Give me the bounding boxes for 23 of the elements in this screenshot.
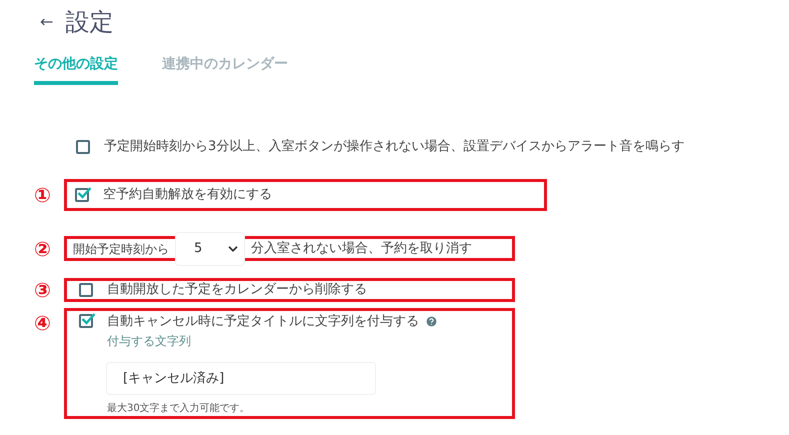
option-label: 開始予定時刻から: [73, 240, 169, 258]
checked-checkbox[interactable]: [75, 188, 89, 202]
step-number: ②: [34, 236, 52, 262]
option-label: 分入室されない場合、予約を取り消す: [251, 240, 472, 258]
option-label: 自動キャンセル時に予定タイトルに文字列を付与する: [107, 312, 419, 330]
checkmark-icon: [76, 186, 91, 200]
option-label: 空予約自動解放を有効にする: [103, 186, 272, 204]
checked-checkbox[interactable]: [79, 314, 93, 328]
page-title: 設定: [65, 7, 114, 38]
help-icon[interactable]: [425, 314, 438, 328]
suffix-input-field[interactable]: [キャンセル済み]: [106, 362, 376, 394]
field-label: 付与する文字列: [107, 333, 192, 350]
minutes-select[interactable]: 5: [175, 232, 245, 266]
back-arrow[interactable]: ←: [40, 10, 54, 34]
checkbox[interactable]: [79, 282, 93, 296]
hint-text: 最大30文字まで入力可能です。: [107, 402, 251, 416]
step-number: ③: [34, 276, 52, 304]
step-number: ④: [34, 310, 52, 336]
option-label: 自動開放した予定をカレンダーから削除する: [107, 280, 367, 299]
checkmark-icon: [80, 312, 95, 326]
option-label: 予定開始時刻から3分以上、入室ボタンが操作されない場合、設置デバイスからアラート音を鳴らす: [104, 138, 684, 156]
step-number: ①: [34, 182, 52, 208]
checkbox[interactable]: [76, 140, 90, 154]
